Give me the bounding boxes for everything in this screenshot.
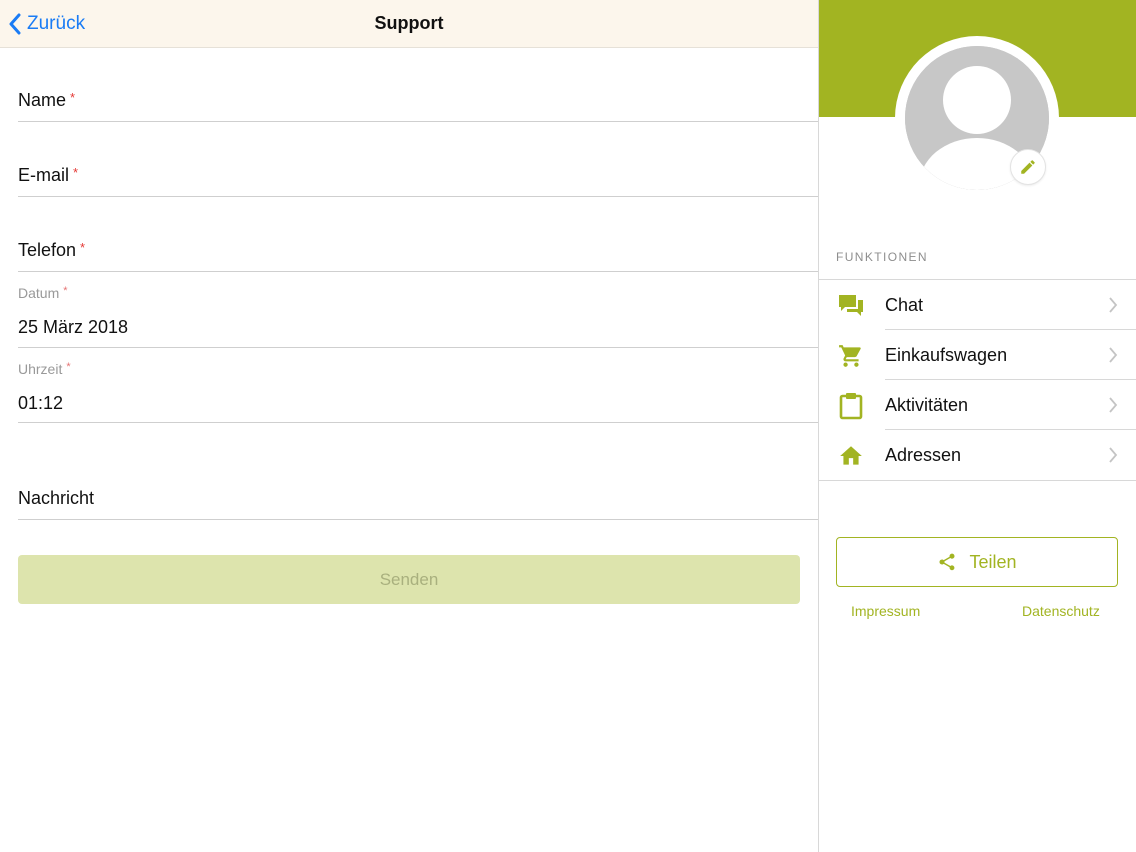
required-mark: * — [80, 240, 86, 255]
menu-item-label: Einkaufswagen — [885, 345, 1008, 365]
menu-item-chat[interactable]: Chat — [819, 280, 1136, 330]
menu-item-label: Aktivitäten — [885, 395, 969, 415]
menu-item-cart[interactable]: Einkaufswagen — [819, 330, 1136, 380]
home-icon — [837, 442, 865, 470]
function-list: Chat Einkaufswagen Aktivitäten Adressen — [819, 279, 1136, 481]
time-field[interactable]: Uhrzeit * 01:12 — [18, 348, 818, 423]
required-mark: * — [63, 285, 68, 297]
cart-icon — [837, 342, 865, 370]
share-icon — [939, 553, 955, 571]
share-label: Teilen — [969, 551, 1017, 572]
phone-field[interactable]: Telefon * — [18, 197, 818, 272]
support-form-panel: Zurück Support Name * E-mail * Telefon * Da… — [0, 0, 818, 852]
menu-item-addresses[interactable]: Adressen — [819, 430, 1136, 480]
required-mark: * — [73, 165, 79, 180]
menu-item-activities[interactable]: Aktivitäten — [819, 380, 1136, 430]
email-label: E-mail * — [18, 165, 79, 185]
chat-icon — [837, 292, 865, 320]
section-title: FUNKTIONEN — [836, 250, 928, 264]
navigation-bar: Zurück Support — [0, 0, 818, 48]
phone-label: Telefon * — [18, 240, 86, 260]
side-menu: FUNKTIONEN Chat Einkaufswagen Aktivitäte… — [819, 0, 1136, 852]
pencil-icon — [1021, 160, 1035, 174]
email-field[interactable]: E-mail * — [18, 122, 818, 197]
date-label: Datum * — [18, 285, 68, 301]
time-value: 01:12 — [18, 393, 64, 413]
page-title: Support — [374, 13, 444, 33]
datenschutz-link[interactable]: Datenschutz — [1022, 603, 1100, 619]
time-label: Uhrzeit * — [18, 361, 71, 377]
chevron-right-icon — [1109, 347, 1118, 363]
menu-item-label: Chat — [885, 295, 924, 315]
edit-avatar-button[interactable] — [1010, 149, 1046, 185]
send-button[interactable]: Senden — [18, 555, 800, 604]
message-label: Nachricht — [18, 488, 95, 508]
name-field[interactable]: Name * — [18, 48, 818, 122]
name-label: Name * — [18, 90, 76, 110]
clipboard-icon — [837, 392, 865, 420]
required-mark: * — [66, 361, 71, 373]
required-mark: * — [70, 90, 76, 105]
message-field[interactable]: Nachricht — [18, 423, 818, 520]
impressum-link[interactable]: Impressum — [851, 603, 920, 619]
chevron-right-icon — [1109, 447, 1118, 463]
date-value: 25 März 2018 — [18, 317, 129, 337]
chevron-right-icon — [1109, 397, 1118, 413]
share-button[interactable]: Teilen — [836, 537, 1118, 587]
menu-item-label: Adressen — [885, 445, 962, 465]
date-field[interactable]: Datum * 25 März 2018 — [18, 272, 818, 348]
chevron-right-icon — [1109, 297, 1118, 313]
